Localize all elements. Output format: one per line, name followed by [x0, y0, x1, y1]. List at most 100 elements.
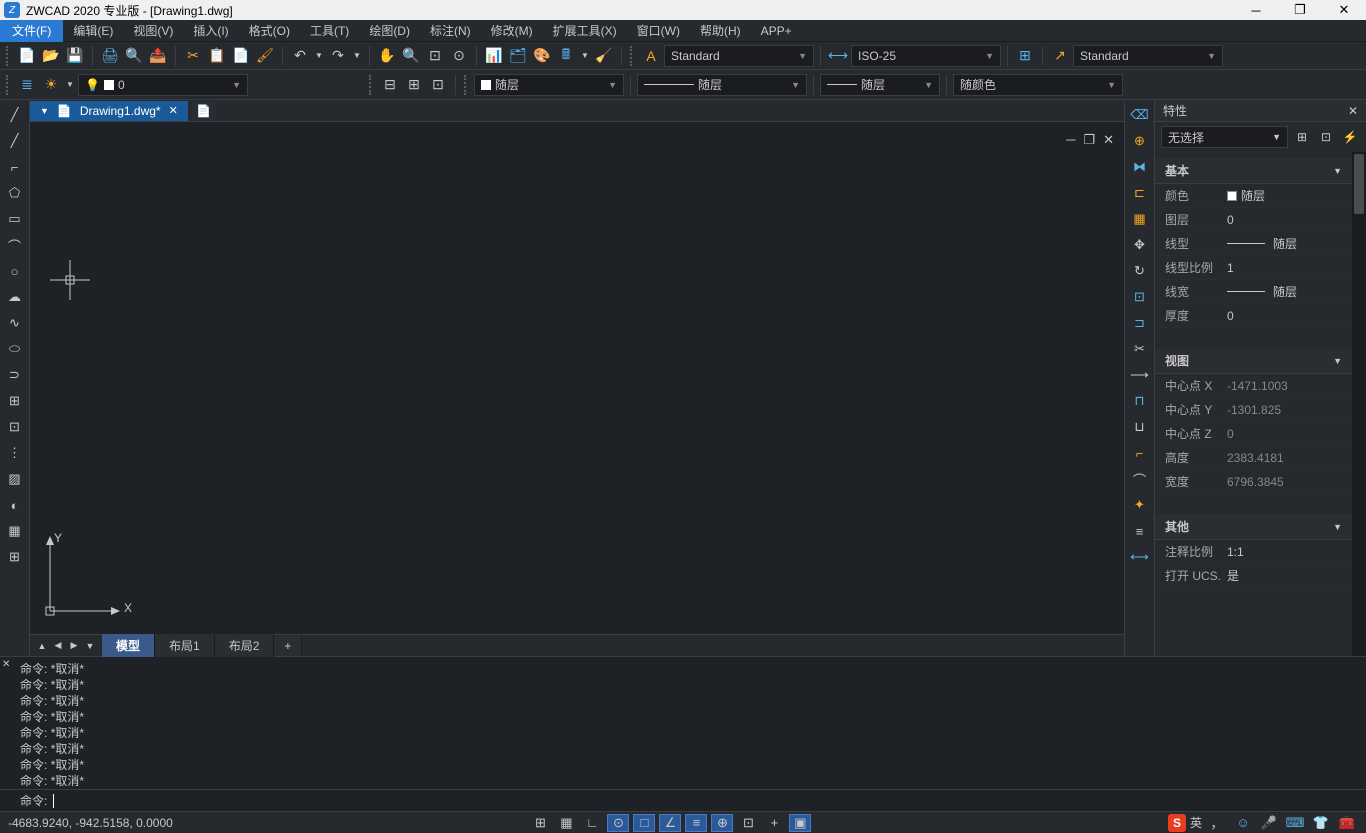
menu-insert[interactable]: 插入(I) [183, 19, 238, 42]
plotstyle-dropdown[interactable]: 随颜色▼ [953, 74, 1123, 96]
ime-keyboard-icon[interactable]: ⌨ [1284, 814, 1306, 832]
gradient-icon[interactable]: ◐ [4, 494, 26, 516]
copy-obj-icon[interactable]: ⊕ [1129, 130, 1151, 152]
layout-tab-model[interactable]: 模型 [102, 634, 155, 657]
viewport-restore-icon[interactable]: ❐ [1083, 132, 1095, 148]
calculator-icon[interactable]: 🖩 [555, 45, 577, 67]
line-icon[interactable]: ╱ [4, 104, 26, 126]
lengthen-icon[interactable]: ⟷ [1129, 546, 1151, 568]
clean-icon[interactable]: 🧹 [593, 45, 615, 67]
new-tab-icon[interactable]: 📄 [192, 101, 216, 121]
rotate-icon[interactable]: ↻ [1129, 260, 1151, 282]
close-button[interactable]: ✕ [1322, 0, 1366, 20]
prop-row-ucs[interactable]: 打开 UCS...是 [1155, 564, 1352, 588]
quick-select-icon[interactable]: ⊞ [1292, 127, 1312, 147]
ellipse-arc-icon[interactable]: ⊃ [4, 364, 26, 386]
layout-next-icon[interactable]: ▶ [66, 638, 82, 654]
undo-icon[interactable]: ↶ [289, 45, 311, 67]
array-icon[interactable]: ▦ [1129, 208, 1151, 230]
revcloud-icon[interactable]: ☁ [4, 286, 26, 308]
pan-icon[interactable]: ✋ [376, 45, 398, 67]
align-icon[interactable]: ≡ [1129, 520, 1151, 542]
offset-icon[interactable]: ⊏ [1129, 182, 1151, 204]
layer-dropdown[interactable]: 💡0▼ [78, 74, 248, 96]
layer-dd-icon[interactable]: ▼ [64, 74, 76, 96]
circle-icon[interactable]: ○ [4, 260, 26, 282]
prop-row-thickness[interactable]: 厚度0 [1155, 304, 1352, 328]
explode-icon[interactable]: ✦ [1129, 494, 1151, 516]
ime-badge-icon[interactable]: S [1168, 814, 1186, 832]
grip-icon[interactable] [369, 75, 375, 95]
trim-icon[interactable]: ✂ [1129, 338, 1151, 360]
save-file-icon[interactable]: 💾 [64, 45, 86, 67]
layout-last-icon[interactable]: ▼ [82, 638, 98, 654]
dim-style-dropdown[interactable]: ISO-25▼ [851, 45, 1001, 67]
redo-icon[interactable]: ↷ [327, 45, 349, 67]
ime-lang[interactable]: 英 [1190, 814, 1202, 831]
layer-states-icon[interactable]: ☀ [40, 74, 62, 96]
undo-dropdown-icon[interactable]: ▼ [313, 45, 325, 67]
zoom-prev-icon[interactable]: ⊙ [448, 45, 470, 67]
zoom-realtime-icon[interactable]: 🔍 [400, 45, 422, 67]
ime-voice-icon[interactable]: 🎤 [1258, 814, 1280, 832]
menu-tools[interactable]: 工具(T) [300, 19, 359, 42]
print-icon[interactable]: 🖨 [99, 45, 121, 67]
new-file-icon[interactable]: 📄 [16, 45, 38, 67]
mleader-style-dropdown[interactable]: Standard▼ [1073, 45, 1223, 67]
break-icon[interactable]: ⊓ [1129, 390, 1151, 412]
grip-icon[interactable] [6, 75, 12, 95]
region-icon[interactable]: ▦ [4, 520, 26, 542]
rectangle-icon[interactable]: ▭ [4, 208, 26, 230]
properties-icon[interactable]: 📊 [483, 45, 505, 67]
layer-iso-icon[interactable]: ⊟ [379, 74, 401, 96]
cut-icon[interactable]: ✂ [182, 45, 204, 67]
section-other[interactable]: 其他▼ [1155, 514, 1352, 540]
select-objects-icon[interactable]: ⊡ [1316, 127, 1336, 147]
point-icon[interactable]: ⋮ [4, 442, 26, 464]
mirror-icon[interactable]: ⧓ [1129, 156, 1151, 178]
prop-row-linetype[interactable]: 线型随层 [1155, 232, 1352, 256]
table-style-icon[interactable]: ⊞ [1014, 45, 1036, 67]
minimize-button[interactable]: ─ [1234, 0, 1278, 20]
design-center-icon[interactable]: 🗂 [507, 45, 529, 67]
viewport-minimize-icon[interactable]: ─ [1066, 132, 1075, 148]
toggle-pickadd-icon[interactable]: ⚡ [1340, 127, 1360, 147]
menu-help[interactable]: 帮助(H) [690, 19, 751, 42]
zoom-window-icon[interactable]: ⊡ [424, 45, 446, 67]
ime-emoji-icon[interactable]: ☺ [1232, 814, 1254, 832]
hatch-icon[interactable]: ▨ [4, 468, 26, 490]
menu-window[interactable]: 窗口(W) [627, 19, 690, 42]
match-props-icon[interactable]: 🖌 [254, 45, 276, 67]
ortho-icon[interactable]: ∟ [581, 814, 603, 832]
layer-off-icon[interactable]: ⊡ [427, 74, 449, 96]
menu-view[interactable]: 视图(V) [123, 19, 183, 42]
chamfer-icon[interactable]: ⌐ [1129, 442, 1151, 464]
menu-extend[interactable]: 扩展工具(X) [543, 19, 627, 42]
ime-tool-icon[interactable]: 🧰 [1336, 814, 1358, 832]
cycle-icon[interactable]: ⊡ [737, 814, 759, 832]
join-icon[interactable]: ⊔ [1129, 416, 1151, 438]
prop-row-lineweight[interactable]: 线宽随层 [1155, 280, 1352, 304]
publish-icon[interactable]: 📤 [147, 45, 169, 67]
stretch-icon[interactable]: ⊐ [1129, 312, 1151, 334]
properties-scrollbar[interactable] [1352, 152, 1366, 656]
selection-dropdown[interactable]: 无选择▼ [1161, 126, 1288, 148]
lineweight-display-icon[interactable]: ≡ [685, 814, 707, 832]
ime-skin-icon[interactable]: 👕 [1310, 814, 1332, 832]
prop-row-layer[interactable]: 图层0 [1155, 208, 1352, 232]
insert-block-icon[interactable]: ⊞ [4, 390, 26, 412]
tab-close-icon[interactable]: ✕ [169, 104, 178, 117]
tool-palettes-icon[interactable]: 🎨 [531, 45, 553, 67]
spline-icon[interactable]: ∿ [4, 312, 26, 334]
grid-display-icon[interactable]: ▦ [555, 814, 577, 832]
snap-grid-icon[interactable]: ⊞ [529, 814, 551, 832]
osnap-icon[interactable]: □ [633, 814, 655, 832]
prop-row-color[interactable]: 颜色随层 [1155, 184, 1352, 208]
layout-tab-layout1[interactable]: 布局1 [155, 634, 215, 657]
text-style-icon[interactable]: A [640, 45, 662, 67]
menu-draw[interactable]: 绘图(D) [359, 19, 420, 42]
scale-icon[interactable]: ⊡ [1129, 286, 1151, 308]
layout-tab-add[interactable]: + [274, 636, 302, 656]
menu-dimension[interactable]: 标注(N) [420, 19, 481, 42]
layout-first-icon[interactable]: ▲ [34, 638, 50, 654]
